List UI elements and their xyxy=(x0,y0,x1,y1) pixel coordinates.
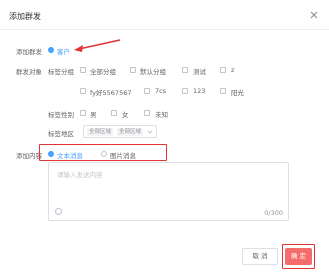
annotation-arrow-icon xyxy=(74,39,121,52)
add-broadcast-dialog: 添加群发 添加群发 客户 群发对象 标签分组 全部分组 默认分组 测试 z fy… xyxy=(0,0,329,275)
